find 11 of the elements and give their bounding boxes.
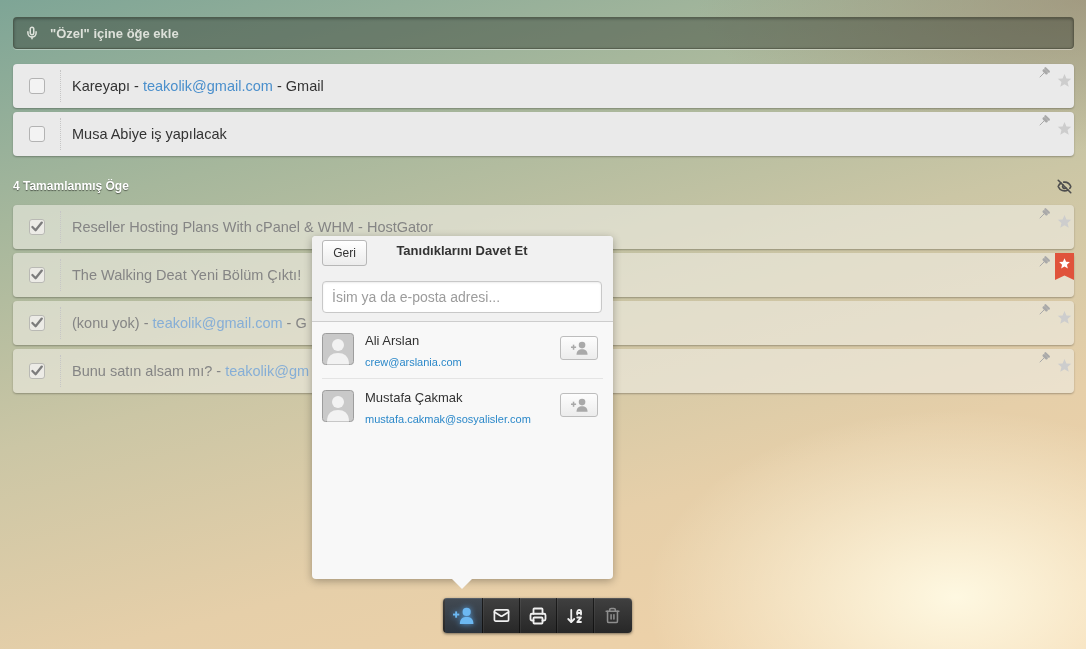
task-title: The Walking Deat Yeni Bölüm Çıktı! — [72, 267, 302, 283]
task-title: Reseller Hosting Plans With cPanel & WHM - HostGator — [72, 219, 433, 235]
task-title: Kareyapı - teakolik@gmail.com - Gmail — [72, 78, 324, 94]
contact-name: Mustafa Çakmak — [365, 390, 464, 406]
task-title: (konu yok) - teakolik@gmail.com - G — [72, 315, 307, 331]
completed-heading: 4 Tamamlanmış Öge — [13, 179, 129, 193]
contact-name: Ali Arslan — [365, 333, 421, 349]
contact-email: mustafa.cakmak@sosyalisler.com — [365, 412, 531, 426]
task-title: Musa Abiye iş yapılacak — [72, 126, 227, 142]
contact-email: crew@arslania.com — [365, 355, 462, 369]
task-title: Bunu satın alsam mı? - teakolik@gm — [72, 363, 310, 379]
